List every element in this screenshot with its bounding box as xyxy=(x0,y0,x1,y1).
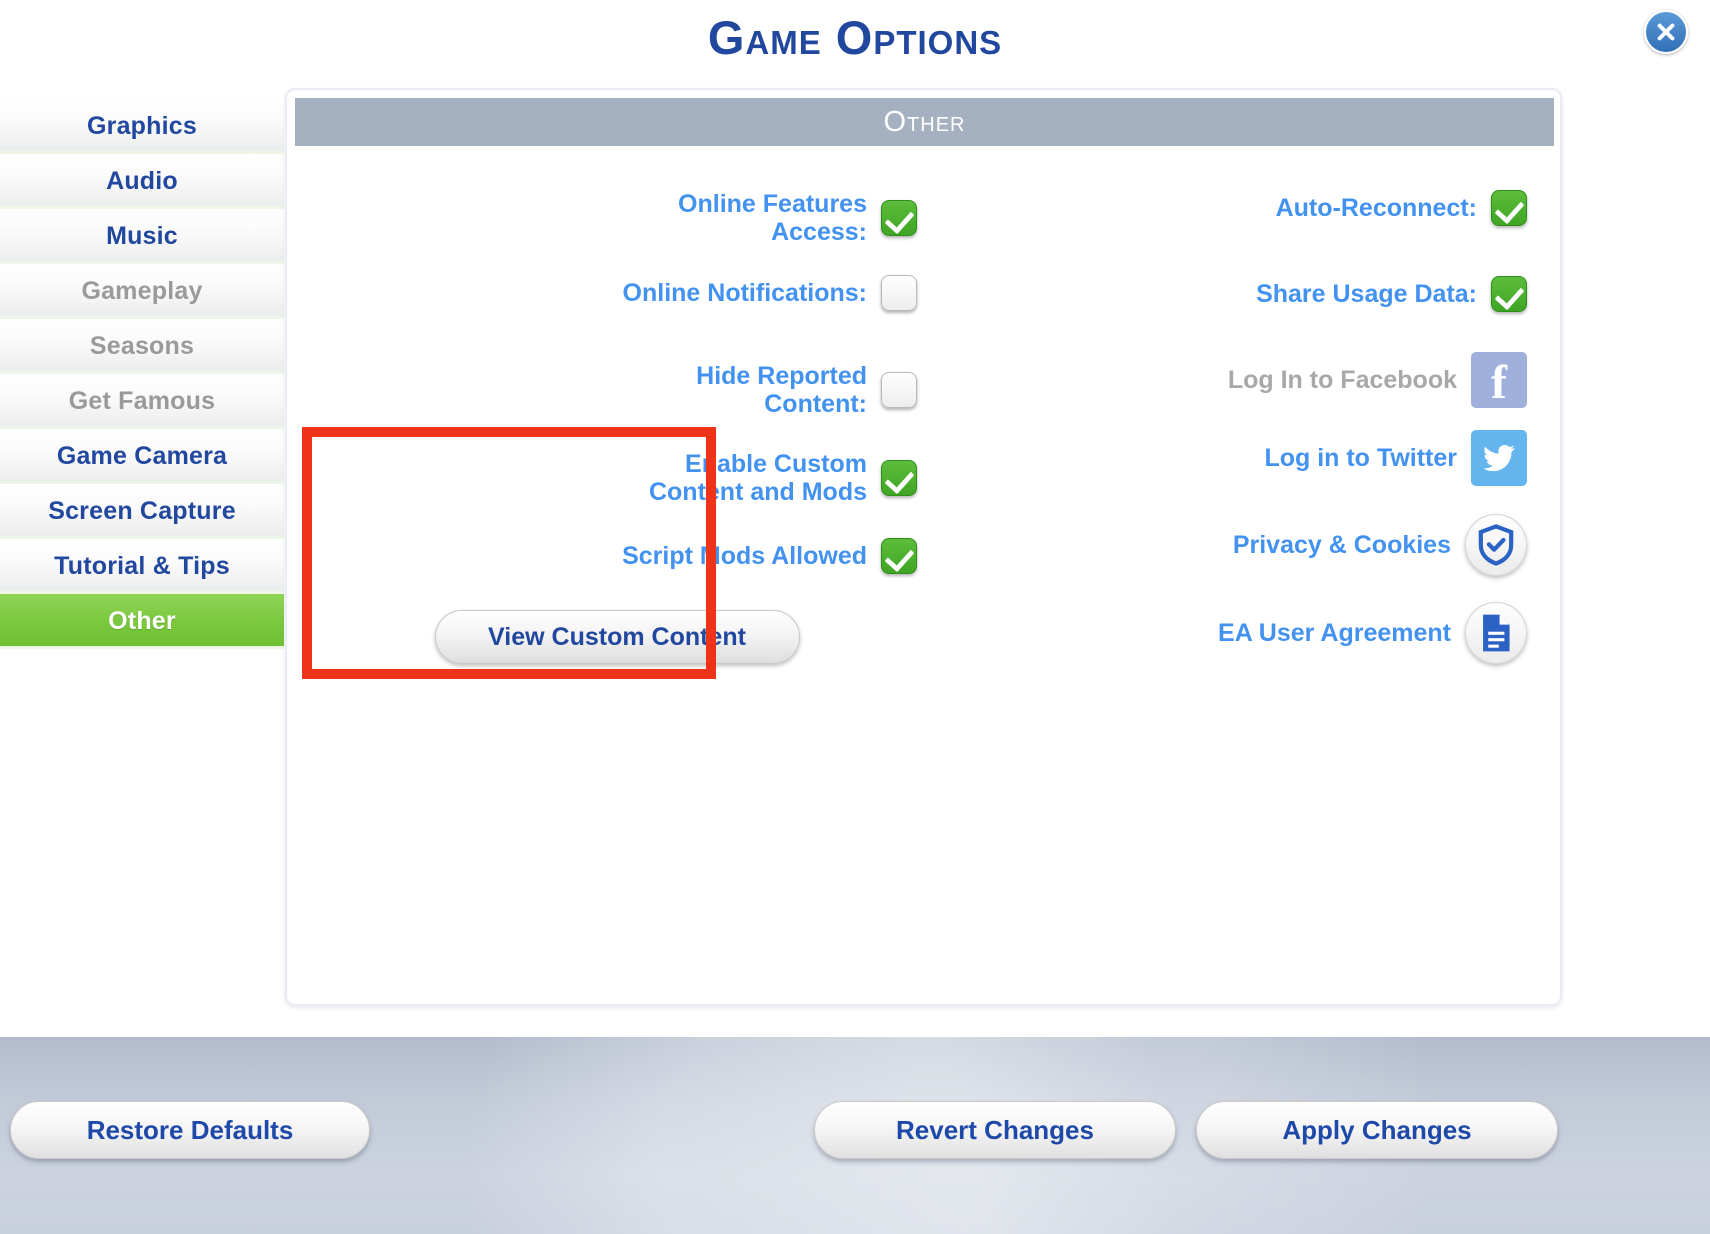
sidebar-item-gameplay: Gameplay xyxy=(0,264,284,319)
facebook-icon[interactable]: f xyxy=(1471,352,1527,408)
bottom-action-bar: Restore Defaults Revert Changes Apply Ch… xyxy=(0,1037,1710,1234)
checkbox-enable-custom-content-and-mods[interactable] xyxy=(881,460,917,496)
option-row-online-notifications: Online Notifications: xyxy=(317,275,917,311)
option-label: Enable Custom Content and Mods xyxy=(648,450,867,506)
sidebar-item-label: Get Famous xyxy=(68,387,216,415)
option-label: Log in to Twitter xyxy=(1264,444,1457,472)
option-row-ea-user-agreement: EA User Agreement xyxy=(927,602,1527,664)
game-options-window: Game Options Graphics Audio Music Gameplay S… xyxy=(0,0,1710,1234)
checkbox-auto-reconnect[interactable] xyxy=(1491,190,1527,226)
view-custom-content-row: View Custom Content xyxy=(317,610,917,664)
option-label: Online Features Access: xyxy=(678,190,867,246)
panel-header-other: Other xyxy=(295,98,1554,146)
options-panel: Other Online Features Access: Online Noti… xyxy=(285,88,1562,1006)
sidebar-item-other[interactable]: Other xyxy=(0,594,284,649)
sidebar-item-label: Other xyxy=(108,607,176,635)
sidebar-item-game-camera[interactable]: Game Camera xyxy=(0,429,284,484)
sidebar-item-screen-capture[interactable]: Screen Capture xyxy=(0,484,284,539)
option-label: Online Notifications: xyxy=(622,279,867,307)
option-row-enable-custom-content-and-mods: Enable Custom Content and Mods xyxy=(317,450,917,506)
facebook-f-glyph: f xyxy=(1491,356,1507,409)
sidebar-item-label: Seasons xyxy=(89,332,195,360)
checkbox-script-mods-allowed[interactable] xyxy=(881,538,917,574)
option-row-online-features-access: Online Features Access: xyxy=(317,190,917,246)
sidebar-item-label: Music xyxy=(106,222,178,250)
restore-defaults-button[interactable]: Restore Defaults xyxy=(10,1101,370,1159)
option-row-privacy-cookies: Privacy & Cookies xyxy=(927,514,1527,576)
checkbox-share-usage-data[interactable] xyxy=(1491,276,1527,312)
option-label: EA User Agreement xyxy=(1218,619,1451,647)
apply-changes-button[interactable]: Apply Changes xyxy=(1196,1101,1558,1159)
close-icon[interactable] xyxy=(1644,10,1688,54)
sidebar-item-audio[interactable]: Audio xyxy=(0,154,284,209)
sidebar-item-label: Audio xyxy=(106,167,178,195)
option-row-share-usage-data: Share Usage Data: xyxy=(927,276,1527,312)
sidebar-item-music[interactable]: Music xyxy=(0,209,284,264)
sidebar-item-label: Game Camera xyxy=(56,442,228,470)
shield-check-icon[interactable] xyxy=(1465,514,1527,576)
option-row-log-in-to-twitter: Log in to Twitter xyxy=(927,430,1527,486)
sidebar-item-seasons: Seasons xyxy=(0,319,284,374)
option-label: Share Usage Data: xyxy=(1256,280,1477,308)
sidebar-item-label: Screen Capture xyxy=(48,497,236,525)
checkbox-online-features-access[interactable] xyxy=(881,200,917,236)
sidebar-item-label: Gameplay xyxy=(81,277,203,305)
sidebar-item-label: Graphics xyxy=(87,112,197,140)
option-row-auto-reconnect: Auto-Reconnect: xyxy=(927,190,1527,226)
option-label: Log In to Facebook xyxy=(1227,366,1457,394)
option-label: Privacy & Cookies xyxy=(1232,531,1451,559)
twitter-icon[interactable] xyxy=(1471,430,1527,486)
sidebar-item-graphics[interactable]: Graphics xyxy=(0,99,284,154)
sidebar-item-tutorial-tips[interactable]: Tutorial & Tips xyxy=(0,539,284,594)
option-row-log-in-to-facebook: Log In to Facebook f xyxy=(927,352,1527,408)
view-custom-content-button[interactable]: View Custom Content xyxy=(434,610,800,664)
checkbox-hide-reported-content[interactable] xyxy=(881,372,917,408)
revert-changes-button[interactable]: Revert Changes xyxy=(814,1101,1176,1159)
sidebar-item-label: Tutorial & Tips xyxy=(54,552,230,580)
option-row-hide-reported-content: Hide Reported Content: xyxy=(317,362,917,418)
option-row-script-mods-allowed: Script Mods Allowed xyxy=(317,538,917,574)
page-title: Game Options xyxy=(707,11,1003,64)
option-label: Script Mods Allowed xyxy=(622,542,867,570)
checkbox-online-notifications[interactable] xyxy=(881,275,917,311)
option-label: Hide Reported Content: xyxy=(696,362,867,418)
settings-sidebar: Graphics Audio Music Gameplay Seasons Get Fam… xyxy=(0,99,284,649)
sidebar-item-get-famous: Get Famous xyxy=(0,374,284,429)
document-icon[interactable] xyxy=(1465,602,1527,664)
option-label: Auto-Reconnect: xyxy=(1275,194,1477,222)
